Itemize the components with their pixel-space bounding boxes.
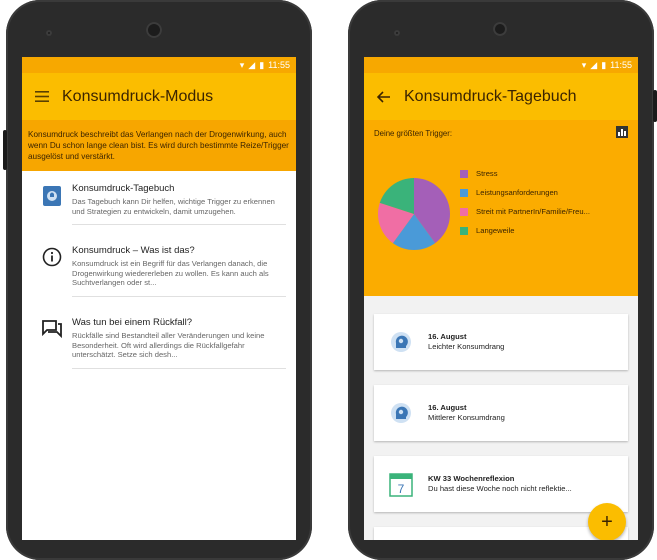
chart-legend: Stress Leistungsanforderungen Streit mit… [460, 164, 590, 240]
list-item-title: Konsumdruck – Was ist das? [72, 245, 195, 257]
signal-icon: ◢ [248, 59, 256, 70]
camera-icon [146, 22, 162, 38]
sensor-icon [46, 30, 52, 36]
legend-item: Streit mit PartnerIn/Familie/Freu... [460, 202, 590, 221]
wifi-icon: ▾ [581, 59, 587, 70]
list-item-desc: Rückfälle sind Bestandteil aller Verände… [72, 330, 265, 360]
app-bar: Konsumdruck-Modus [22, 73, 296, 120]
head-icon [374, 331, 428, 353]
bar-chart-icon[interactable] [616, 126, 628, 138]
legend-item: Leistungsanforderungen [460, 183, 590, 202]
right-screen: ▾ ◢ ▮ 11:55 Konsumdruck-Tagebuch Deine g… [364, 57, 638, 540]
list-item-desc: Konsumdruck ist ein Begriff für das Verl… [72, 259, 269, 288]
trigger-panel: Deine größten Trigger: Stress Leistungsa… [364, 120, 638, 296]
head-icon [374, 402, 428, 424]
legend-label: Langeweile [476, 226, 515, 235]
list-item-desc: Das Tagebuch kann Dir helfen, wichtige T… [72, 197, 275, 216]
battery-icon: ▮ [259, 59, 265, 70]
status-time: 11:55 [610, 60, 632, 70]
page-title: Konsumdruck-Modus [62, 87, 214, 105]
right-phone: ▾ ◢ ▮ 11:55 Konsumdruck-Tagebuch Deine g… [348, 0, 657, 560]
left-screen: ▾ ◢ ▮ 11:55 Konsumdruck-Modus Konsumdruc… [22, 57, 296, 540]
entry-date: 16. August [428, 332, 467, 341]
camera-icon [493, 22, 507, 36]
diary-icon [32, 183, 72, 225]
legend-swatch [460, 169, 468, 178]
page-title: Konsumdruck-Tagebuch [404, 87, 577, 105]
legend-swatch [460, 226, 468, 235]
status-bar: ▾ ◢ ▮ 11:55 [364, 57, 638, 73]
phone-side-button [3, 130, 7, 170]
signal-icon: ◢ [590, 59, 598, 70]
entry-date: KW 33 Wochenreflexion [428, 474, 515, 483]
back-arrow-icon[interactable] [364, 90, 404, 103]
add-entry-button[interactable]: + [588, 503, 626, 540]
legend-label: Stress [476, 169, 498, 178]
diary-list: 16. August Leichter Konsumdrang 16. Augus… [364, 296, 638, 540]
status-time: 11:55 [268, 60, 290, 70]
calendar-icon: 7 [374, 471, 428, 497]
legend-label: Streit mit PartnerIn/Familie/Freu... [476, 207, 590, 216]
list-item-diary[interactable]: Konsumdruck-Tagebuch Das Tagebuch kann D… [22, 171, 296, 233]
phone-side-button [653, 90, 657, 122]
entry-text: Leichter Konsumdrang [428, 342, 505, 351]
legend-item: Langeweile [460, 221, 590, 240]
diary-entry[interactable]: 16. August Mittlerer Konsumdrang [374, 385, 628, 441]
calendar-day: 7 [398, 482, 405, 496]
list-item-title: Konsumdruck-Tagebuch [72, 183, 175, 194]
entry-text: Mittlerer Konsumdrang [428, 413, 505, 422]
app-bar: Konsumdruck-Tagebuch [364, 73, 638, 120]
diary-entry[interactable]: 7 KW 33 Wochenreflexion Du hast diese Woc… [374, 456, 628, 512]
status-bar: ▾ ◢ ▮ 11:55 [22, 57, 296, 73]
info-banner: Konsumdruck beschreibt das Verlangen nac… [22, 120, 296, 171]
trigger-pie-chart [378, 178, 450, 250]
list-item-relapse[interactable]: Was tun bei einem Rückfall? Rückfälle si… [22, 305, 296, 377]
entry-date: 16. August [428, 403, 467, 412]
list-item-title: Was tun bei einem Rückfall? [72, 316, 193, 328]
left-phone: ▾ ◢ ▮ 11:55 Konsumdruck-Modus Konsumdruc… [3, 0, 312, 560]
list-item-info[interactable]: Konsumdruck – Was ist das? Konsumdruck i… [22, 233, 296, 305]
diary-entry[interactable]: 16. August Leichter Konsumdrang [374, 314, 628, 370]
chat-icon [32, 317, 72, 369]
wifi-icon: ▾ [239, 59, 245, 70]
sensor-icon [394, 30, 400, 36]
legend-swatch [460, 207, 468, 216]
info-icon [32, 245, 72, 297]
legend-item: Stress [460, 164, 590, 183]
entry-text: Du hast diese Woche noch nicht reflektie… [428, 484, 572, 493]
legend-label: Leistungsanforderungen [476, 188, 558, 197]
legend-swatch [460, 188, 468, 197]
battery-icon: ▮ [601, 59, 607, 70]
trigger-heading: Deine größten Trigger: [374, 129, 453, 138]
menu-icon[interactable] [22, 91, 62, 102]
